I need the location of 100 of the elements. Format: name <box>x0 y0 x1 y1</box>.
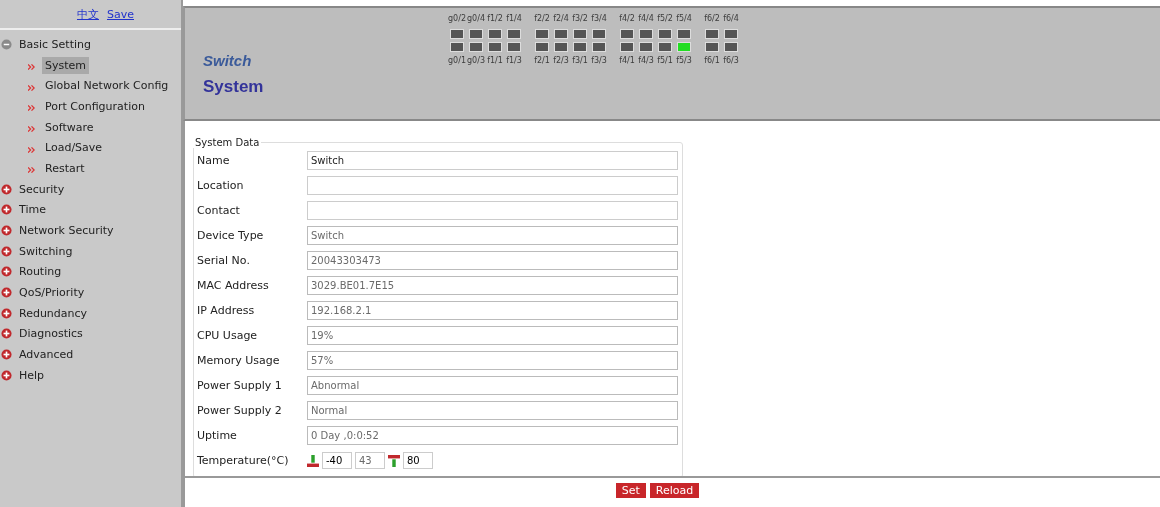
input-field[interactable]: 3029.BE01.7E15 <box>307 276 678 295</box>
menu-item[interactable]: Help <box>19 368 45 382</box>
port-label: f5/2 <box>657 13 673 25</box>
port-icon[interactable] <box>469 42 483 52</box>
menu-item[interactable]: Basic Setting <box>19 37 91 51</box>
port-icon[interactable] <box>554 29 568 39</box>
port-icon[interactable] <box>450 42 464 52</box>
port-icon[interactable] <box>488 42 502 52</box>
action-button[interactable]: Reload <box>649 483 700 498</box>
menu-item[interactable]: Time <box>19 203 46 217</box>
port-icon[interactable] <box>469 29 483 39</box>
port-icon[interactable] <box>620 29 634 39</box>
expand-icon[interactable] <box>1 225 12 237</box>
port-icon[interactable] <box>488 29 502 39</box>
menu-item[interactable]: Routing <box>19 265 62 279</box>
port-icon[interactable] <box>658 29 672 39</box>
port-icon[interactable] <box>573 42 587 52</box>
port-icon[interactable] <box>639 42 653 52</box>
input-field[interactable] <box>307 201 678 220</box>
expand-icon[interactable] <box>1 349 12 361</box>
port-icon[interactable] <box>507 29 521 39</box>
expand-icon[interactable] <box>1 183 12 195</box>
field-label: Device Type <box>197 229 265 242</box>
double-chevron-icon <box>28 64 35 71</box>
high-threshold-icon <box>388 454 400 467</box>
header-link[interactable]: 中文 <box>77 6 99 22</box>
input-field[interactable]: Normal <box>307 401 678 420</box>
expand-icon[interactable] <box>1 287 12 299</box>
port-label: f4/2 <box>619 13 635 25</box>
expand-icon[interactable] <box>1 369 12 381</box>
submenu-item[interactable]: System <box>42 56 90 74</box>
expand-icon[interactable] <box>1 328 12 340</box>
port-label: g0/2 <box>448 13 466 25</box>
submenu-item[interactable]: Software <box>42 118 97 136</box>
expand-icon[interactable] <box>1 266 12 278</box>
port-label: f3/4 <box>591 13 607 25</box>
device-name: Switch <box>203 52 253 69</box>
submenu-item[interactable]: Restart <box>42 159 88 177</box>
menu-item[interactable]: Network Security <box>19 224 114 238</box>
port-label: f1/4 <box>506 13 522 25</box>
menu-item[interactable]: Diagnostics <box>19 327 83 341</box>
input-field[interactable]: 19% <box>307 326 678 345</box>
current-temperature-field[interactable]: 43 <box>355 452 385 469</box>
expand-icon[interactable] <box>1 204 12 216</box>
port-label: f3/3 <box>591 55 607 67</box>
port-label: g0/4 <box>467 13 485 25</box>
port-icon[interactable] <box>677 29 691 39</box>
menu-item[interactable]: Redundancy <box>19 306 88 320</box>
low-temperature-field[interactable]: -40 <box>322 452 352 469</box>
port-icon[interactable] <box>705 42 719 52</box>
header-link[interactable]: Save <box>107 7 134 21</box>
submenu-item[interactable]: Port Configuration <box>42 97 148 115</box>
page-title: System <box>203 77 265 97</box>
double-chevron-icon <box>28 167 35 174</box>
port-icon[interactable] <box>573 29 587 39</box>
port-icon[interactable] <box>554 42 568 52</box>
double-chevron-icon <box>28 84 35 91</box>
input-field[interactable]: Abnormal <box>307 376 678 395</box>
input-field[interactable]: 57% <box>307 351 678 370</box>
input-field[interactable]: Switch <box>307 226 678 245</box>
action-button[interactable]: Set <box>615 483 646 498</box>
input-field[interactable]: 20043303473 <box>307 251 678 270</box>
input-field[interactable] <box>307 176 678 195</box>
expand-icon[interactable] <box>1 307 12 319</box>
port-icon[interactable] <box>724 29 738 39</box>
menu-item[interactable]: QoS/Priority <box>19 286 85 300</box>
port-label: f4/1 <box>619 55 635 67</box>
port-icon[interactable] <box>658 42 672 52</box>
input-field[interactable]: 0 Day ,0:0:52 <box>307 426 678 445</box>
port-icon[interactable] <box>535 42 549 52</box>
port-icon[interactable] <box>450 29 464 39</box>
port-icon[interactable] <box>592 42 606 52</box>
port-icon[interactable] <box>724 42 738 52</box>
expand-icon[interactable] <box>1 245 12 257</box>
port-label: g0/3 <box>467 55 485 67</box>
port-icon[interactable] <box>507 42 521 52</box>
field-label: CPU Usage <box>197 329 259 342</box>
port-icon[interactable] <box>592 29 606 39</box>
port-icon[interactable] <box>639 29 653 39</box>
input-field[interactable]: 192.168.2.1 <box>307 301 678 320</box>
field-label: Location <box>197 179 245 192</box>
port-label: f6/2 <box>704 13 720 25</box>
port-label: f6/3 <box>723 55 739 67</box>
submenu-item[interactable]: Global Network Config <box>42 77 172 95</box>
field-label: Serial No. <box>197 254 251 267</box>
collapse-icon[interactable] <box>1 38 12 50</box>
menu-item[interactable]: Advanced <box>19 348 74 362</box>
high-temperature-field[interactable]: 80 <box>403 452 433 469</box>
submenu-item[interactable]: Load/Save <box>42 139 106 157</box>
port-label: g0/1 <box>448 55 466 67</box>
port-label: f4/4 <box>638 13 654 25</box>
menu-item[interactable]: Security <box>19 182 65 196</box>
port-icon[interactable] <box>705 29 719 39</box>
port-icon[interactable] <box>620 42 634 52</box>
input-field[interactable]: Switch <box>307 151 678 170</box>
field-label: Power Supply 1 <box>197 379 283 392</box>
double-chevron-icon <box>28 105 35 112</box>
menu-item[interactable]: Switching <box>19 244 73 258</box>
port-icon[interactable] <box>535 29 549 39</box>
port-label: f2/4 <box>553 13 569 25</box>
